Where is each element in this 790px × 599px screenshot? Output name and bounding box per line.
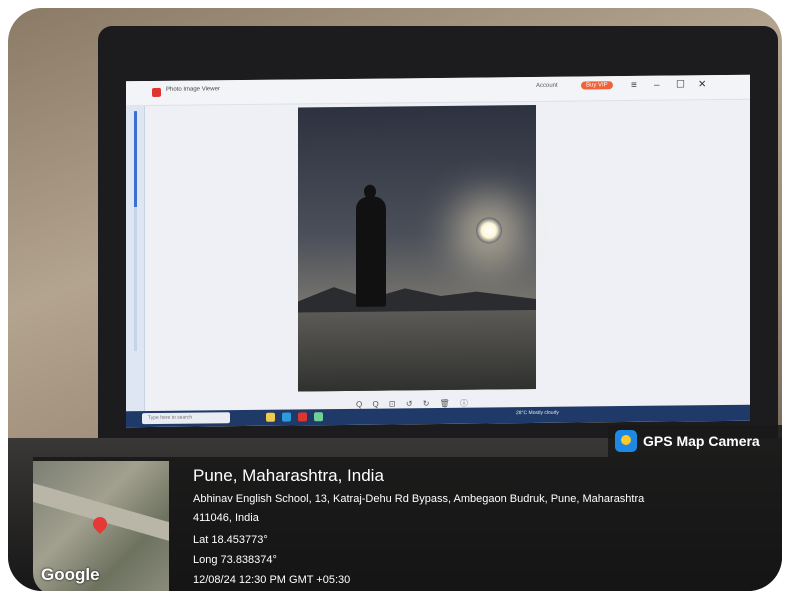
menu-icon[interactable]: ≡ [631,80,637,91]
gps-badge: GPS Map Camera [608,425,782,457]
side-rail [126,81,145,428]
window-titlebar: Photo Image Viewer Account Buy VIP ≡ – ☐… [126,74,750,107]
viewer-app-icon[interactable] [298,412,307,422]
taskbar-search[interactable]: Type here to search [142,412,230,425]
laptop-screen: Photo Image Viewer Account Buy VIP ≡ – ☐… [126,74,750,428]
ground [298,309,536,392]
app-icon [152,87,161,97]
map-brand: Google [41,565,100,584]
latitude: Lat 18.453773° [193,534,268,546]
app-icon[interactable] [314,412,323,422]
gps-camera-icon [615,430,637,452]
gps-label: GPS Map Camera [643,433,760,449]
photo: Photo Image Viewer Account Buy VIP ≡ – ☐… [8,8,782,591]
timestamp: 12/08/24 12:30 PM GMT +05:30 [193,574,351,586]
statue-silhouette [356,196,386,307]
address-line1: Abhinav English School, 13, Katraj-Dehu … [193,493,645,505]
scroll-rail [134,111,137,352]
longitude: Long 73.838374° [193,554,277,566]
city: Pune, Maharashtra, India [193,466,384,485]
account-button[interactable]: Account [536,83,558,89]
folder-icon[interactable] [266,412,275,422]
buy-button[interactable]: Buy VIP [581,81,613,90]
map-road [33,479,169,549]
maximize-icon[interactable]: ☐ [676,79,685,90]
window-title: Photo Image Viewer [166,86,220,93]
image-canvas [298,104,536,392]
browser-icon[interactable] [282,412,291,422]
map-thumbnail: Google [33,461,169,591]
sun [476,217,502,244]
weather-widget[interactable]: 28°C Mostly cloudy [516,410,559,416]
minimize-icon[interactable]: – [654,80,660,91]
location-panel: Google Pune, Maharashtra, India Abhinav … [33,457,782,591]
close-icon[interactable]: ✕ [698,79,706,90]
address-line2: 411046, India [193,512,259,524]
